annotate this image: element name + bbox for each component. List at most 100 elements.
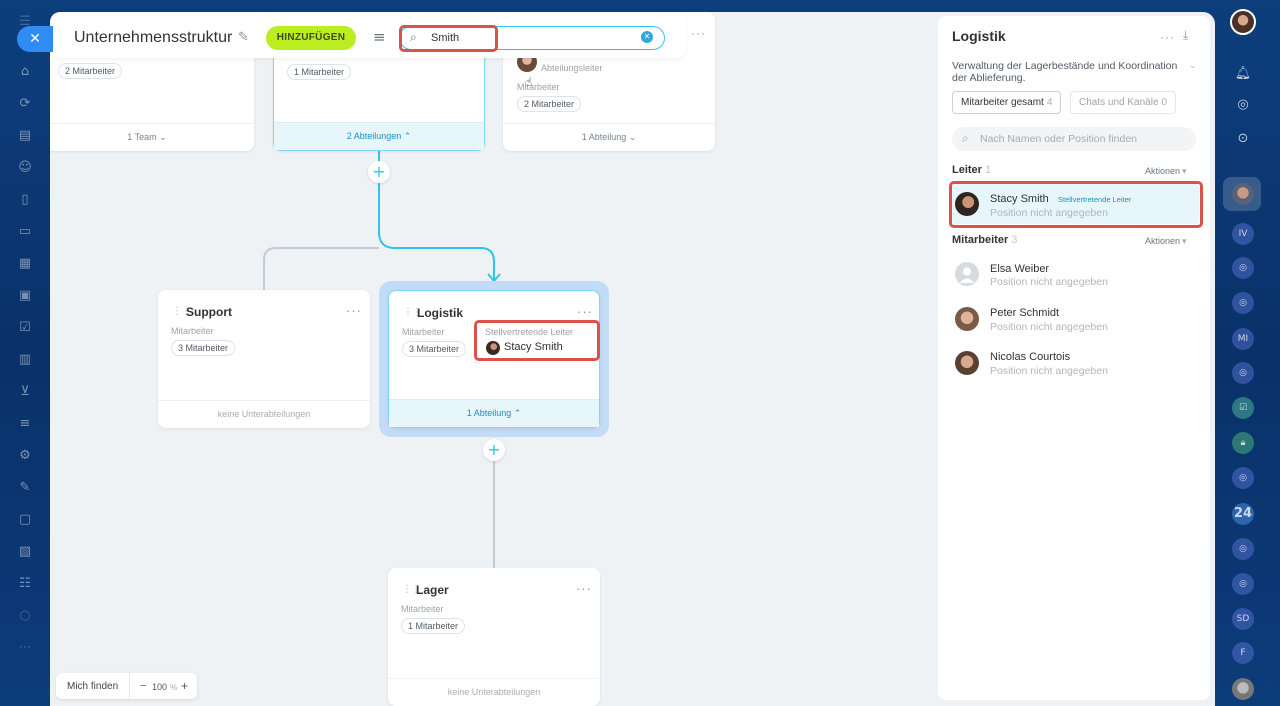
member-name[interactable]: Peter Schmidt: [990, 307, 1059, 319]
chat-search-icon[interactable]: ⊙: [1232, 128, 1254, 150]
tasks-icon[interactable]: ☑: [1232, 397, 1254, 419]
chat-avatar[interactable]: [1232, 678, 1254, 700]
bell-icon[interactable]: 🔔︎: [1232, 63, 1254, 85]
actions-label: Aktionen: [1145, 166, 1181, 176]
divider: [129, 673, 130, 699]
chevron-up-icon: ⌃: [513, 409, 522, 419]
automation-icon[interactable]: ⚙: [17, 448, 33, 464]
store-icon[interactable]: ▢: [17, 512, 33, 528]
department-card-lager[interactable]: ⋮⋮ Lager ··· Mitarbeiter 1 Mitarbeiter k…: [388, 568, 600, 706]
search-highlight: [399, 25, 498, 52]
channel-icon[interactable]: ◎: [1232, 467, 1254, 489]
node-footer[interactable]: 1 Abteilung ⌄: [503, 123, 715, 151]
zoom-in-button[interactable]: +: [181, 679, 188, 693]
employees-count-pill[interactable]: 1 Mitarbeiter: [401, 618, 466, 634]
channel-icon[interactable]: ◎: [1232, 257, 1254, 279]
member-name[interactable]: Elsa Weiber: [990, 263, 1049, 275]
file-icon[interactable]: ▯: [17, 192, 33, 208]
lock-icon[interactable]: 🔒︎: [1232, 432, 1254, 454]
chat-avatar[interactable]: [1232, 183, 1254, 205]
node-footer: keine Unterabteilungen: [158, 400, 370, 428]
clear-search-icon[interactable]: ✕: [641, 31, 653, 43]
footer-label: 1 Abteilung: [581, 132, 627, 142]
more-options-icon[interactable]: ···: [577, 304, 593, 319]
chat-avatar[interactable]: IV: [1232, 223, 1254, 245]
collapse-panel-icon[interactable]: ⤓: [1183, 28, 1188, 43]
calendar-icon[interactable]: ▣: [17, 288, 33, 304]
home-icon[interactable]: ⌂: [17, 64, 33, 80]
actions-label: Aktionen: [1145, 236, 1181, 246]
employees-label: Mitarbeiter: [401, 604, 444, 614]
users-icon[interactable]: ☷: [17, 576, 33, 592]
sign-icon[interactable]: ✎: [17, 480, 33, 496]
find-me-button[interactable]: Mich finden: [67, 681, 118, 692]
user-avatar[interactable]: [1230, 9, 1256, 35]
document-icon[interactable]: ▤: [17, 128, 33, 144]
close-button[interactable]: ✕: [17, 26, 53, 52]
avatar: [955, 307, 979, 331]
employees-count-pill[interactable]: 3 Mitarbeiter: [171, 340, 236, 356]
channel-icon[interactable]: ◎: [1232, 573, 1254, 595]
chat-avatar[interactable]: SD: [1232, 608, 1254, 630]
department-description: Verwaltung der Lagerbestände und Koordin…: [952, 60, 1178, 84]
add-subdepartment-button[interactable]: +: [368, 161, 390, 183]
employees-section-title: Mitarbeiter 3: [952, 234, 1017, 246]
more-options-icon[interactable]: ···: [576, 581, 592, 596]
add-subdepartment-button[interactable]: +: [483, 439, 505, 461]
head-role-label: Abteilungsleiter: [541, 63, 603, 73]
copilot-icon[interactable]: ◎: [1232, 94, 1254, 116]
chat-avatar[interactable]: MI: [1232, 328, 1254, 350]
channel-icon[interactable]: ◎: [1232, 538, 1254, 560]
employees-label: Mitarbeiter: [517, 82, 560, 92]
company-structure-icon[interactable]: ▧: [17, 544, 33, 560]
member-position: Position nicht angegeben: [990, 276, 1108, 288]
zoom-out-button[interactable]: −: [140, 680, 146, 692]
employees-count-pill[interactable]: 2 Mitarbeiter: [517, 96, 582, 112]
cart-icon[interactable]: ⊻: [17, 384, 33, 400]
card-icon[interactable]: ▭: [17, 224, 33, 240]
hand-cursor-icon: ☝: [525, 75, 533, 89]
department-card-support[interactable]: ⋮⋮ Support ··· Mitarbeiter 3 Mitarbeiter…: [158, 290, 370, 428]
more-icon[interactable]: ⋯: [17, 640, 33, 656]
employees-count-pill[interactable]: 2 Mitarbeiter: [58, 63, 123, 79]
board-icon[interactable]: ▦: [17, 256, 33, 272]
contacts-icon[interactable]: ☺: [17, 160, 33, 176]
checkbox-icon[interactable]: ☑: [17, 320, 33, 336]
node-footer[interactable]: 1 Team ⌄: [50, 123, 254, 151]
avatar: [955, 351, 979, 375]
member-name[interactable]: Nicolas Courtois: [990, 351, 1070, 363]
department-title: Logistik: [417, 306, 464, 320]
help-icon[interactable]: ○: [17, 608, 33, 624]
heads-actions-button[interactable]: Aktionen ▾: [1145, 166, 1187, 177]
menu-icon[interactable]: ≡: [373, 28, 386, 46]
more-options-icon[interactable]: ···: [691, 26, 706, 40]
more-options-icon[interactable]: ···: [1160, 30, 1175, 44]
chevron-down-icon: ▾: [1182, 237, 1187, 247]
tab-employees-total[interactable]: Mitarbeiter gesamt 4: [952, 91, 1062, 114]
analytics-icon[interactable]: ▥: [17, 352, 33, 368]
section-label: Leiter: [952, 164, 982, 176]
employees-actions-button[interactable]: Aktionen ▾: [1145, 236, 1187, 247]
tab-chats-channels[interactable]: Chats und Kanäle 0: [1070, 91, 1177, 114]
add-button[interactable]: HINZUFÜGEN: [266, 26, 356, 50]
pin-icon[interactable]: ✎: [238, 30, 249, 45]
node-footer[interactable]: 2 Abteilungen ⌃: [274, 122, 484, 150]
filter-icon[interactable]: ≡: [17, 416, 33, 432]
connector-path-support: [263, 247, 379, 290]
bitrix24-icon[interactable]: 24: [1232, 503, 1254, 525]
node-footer[interactable]: 1 Abteilung ⌃: [389, 399, 599, 427]
zoom-level: 100: [152, 682, 168, 692]
chevron-up-icon: ⌃: [403, 132, 412, 142]
more-options-icon[interactable]: ···: [346, 303, 362, 318]
channel-icon[interactable]: ◎: [1232, 292, 1254, 314]
sync-icon[interactable]: ⟳: [17, 96, 33, 112]
section-count: 3: [1011, 234, 1018, 246]
department-detail-panel: [938, 16, 1210, 700]
employees-count-pill[interactable]: 1 Mitarbeiter: [287, 64, 352, 80]
tab-label: Chats und Kanäle: [1079, 97, 1159, 108]
chat-avatar[interactable]: F: [1232, 642, 1254, 664]
search-icon: ⌕: [962, 131, 969, 145]
chevron-down-icon[interactable]: ⌄: [1189, 61, 1197, 71]
employees-count-pill[interactable]: 3 Mitarbeiter: [402, 341, 467, 357]
channel-icon[interactable]: ◎: [1232, 362, 1254, 384]
